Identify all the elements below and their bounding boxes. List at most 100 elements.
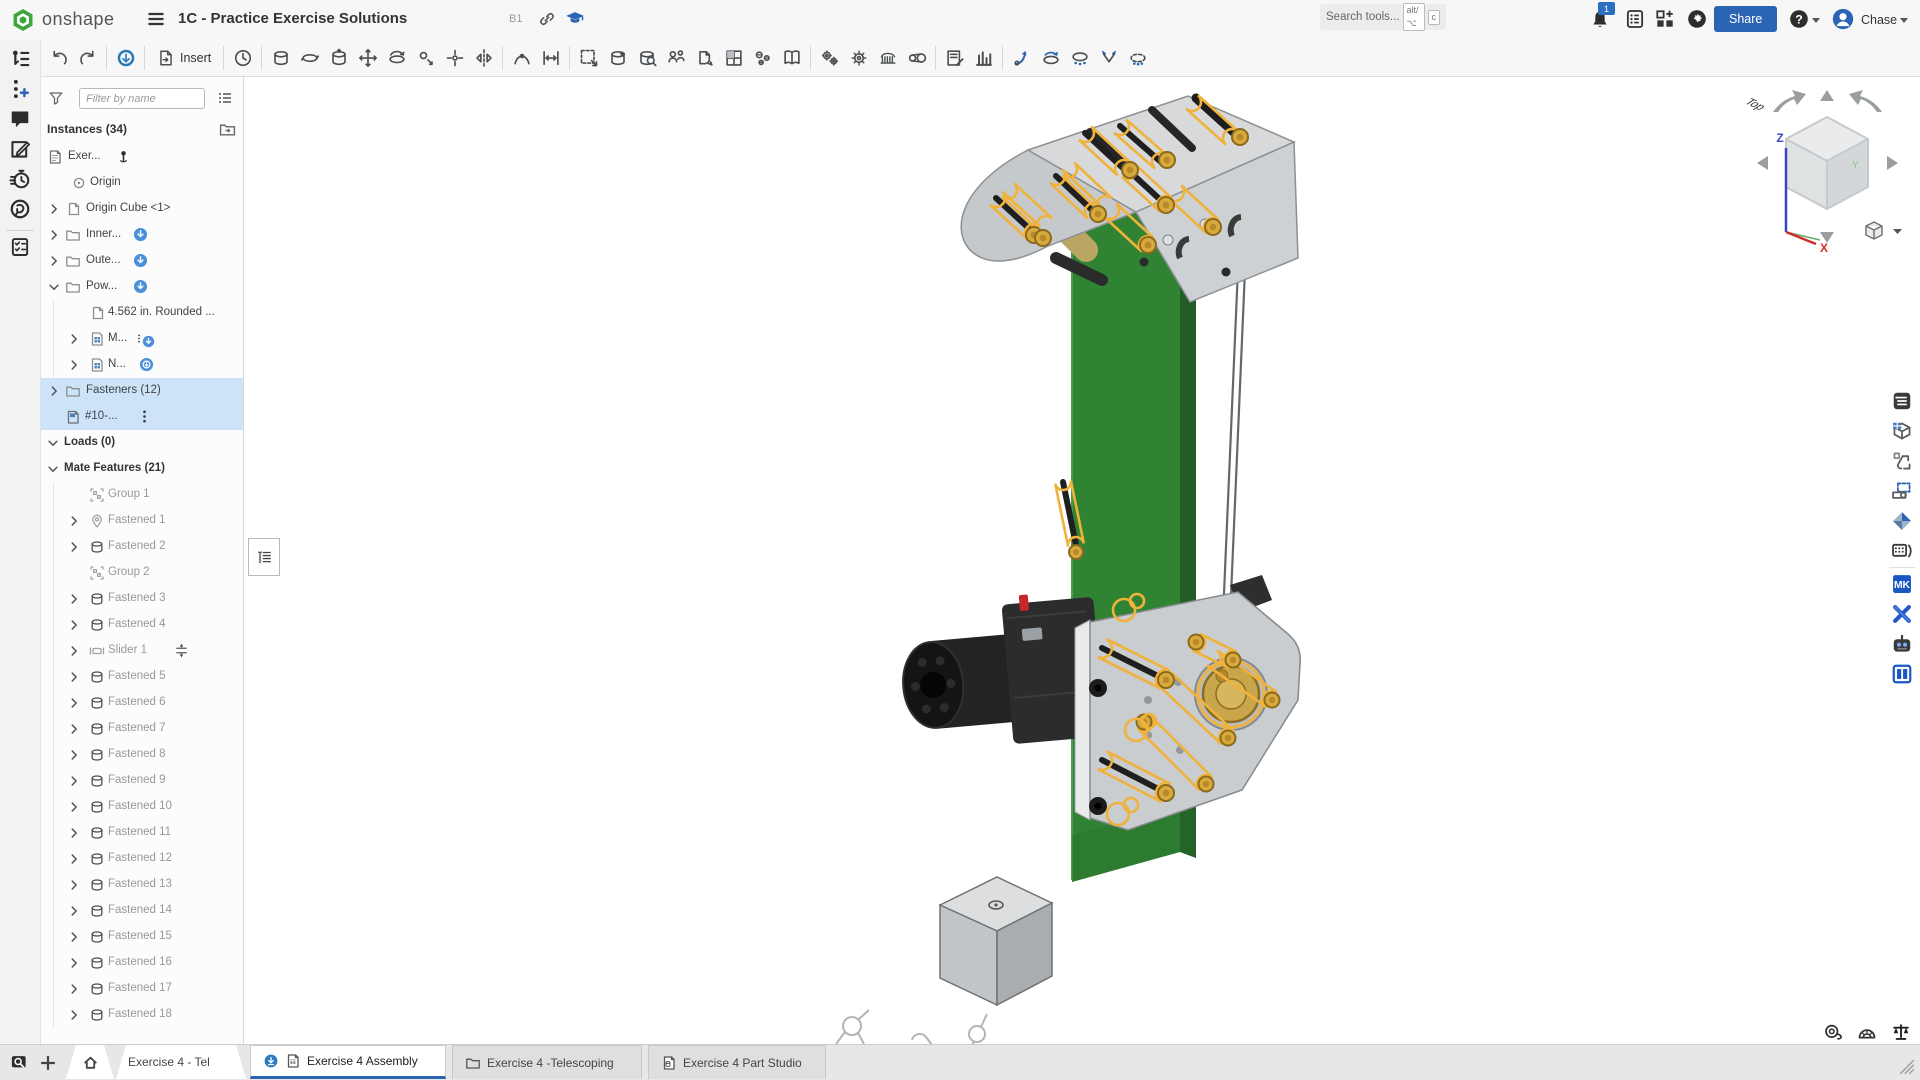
expand-chevron-icon[interactable]: [67, 514, 81, 528]
expand-chevron-icon[interactable]: [67, 982, 81, 996]
share-link-icon[interactable]: [538, 10, 556, 28]
instance-row-8[interactable]: N...: [41, 352, 243, 378]
explode-view-icon[interactable]: [1007, 44, 1036, 72]
follow-mode-icon[interactable]: [9, 198, 31, 220]
mate-row-5[interactable]: Fastened 4: [41, 612, 243, 638]
protractor-icon[interactable]: [1856, 1022, 1878, 1042]
search-parts-icon[interactable]: [632, 44, 661, 72]
mate-row-13[interactable]: Fastened 11: [41, 820, 243, 846]
view-cube[interactable]: TopFrontRightYZX: [1745, 88, 1910, 253]
mate-row-4[interactable]: Fastened 3: [41, 586, 243, 612]
user-avatar[interactable]: [1832, 8, 1854, 30]
instance-row-5[interactable]: Pow...: [41, 274, 243, 300]
drawing-sheet-icon[interactable]: [940, 44, 969, 72]
filter-input[interactable]: Filter by name: [79, 88, 205, 109]
feature-structure-icon[interactable]: [9, 48, 31, 70]
columns-app-icon[interactable]: [1888, 660, 1916, 688]
favorites-icon[interactable]: [603, 44, 632, 72]
expand-chevron-icon[interactable]: [67, 748, 81, 762]
expand-chevron-icon[interactable]: [67, 852, 81, 866]
slider-limits-icon[interactable]: [174, 643, 189, 658]
box-select-icon[interactable]: [574, 44, 603, 72]
user-name[interactable]: Chase: [1861, 13, 1897, 27]
help-icon[interactable]: ?: [1788, 8, 1810, 30]
tab-exercise-4-tel[interactable]: Exercise 4 - Tel: [116, 1045, 246, 1079]
mate-row-8[interactable]: Fastened 6: [41, 690, 243, 716]
update-badge-icon[interactable]: [133, 279, 148, 294]
rack-relation-icon[interactable]: [873, 44, 902, 72]
instance-row-4[interactable]: Oute...: [41, 248, 243, 274]
assembly-3d-model[interactable]: [244, 78, 1920, 1045]
expand-chevron-icon[interactable]: [47, 228, 61, 242]
mate-row-16[interactable]: Fastened 14: [41, 898, 243, 924]
section-view-icon[interactable]: [1094, 44, 1123, 72]
expand-chevron-icon[interactable]: [67, 800, 81, 814]
mass-properties-icon[interactable]: [1890, 1022, 1912, 1042]
tab-exercise-4-telescoping[interactable]: Exercise 4 -Telescoping: [452, 1045, 642, 1079]
relations-gears-icon[interactable]: [815, 44, 844, 72]
expand-chevron-icon[interactable]: [46, 462, 60, 476]
rotate-part-icon[interactable]: [382, 44, 411, 72]
instance-row-7[interactable]: M...: [41, 326, 243, 352]
instance-row-3[interactable]: Inner...: [41, 222, 243, 248]
app-store-icon[interactable]: [1654, 8, 1676, 30]
loads-section-header[interactable]: Loads (0): [41, 430, 243, 456]
expand-chevron-icon[interactable]: [67, 670, 81, 684]
history-stopwatch-icon[interactable]: [9, 168, 31, 190]
search-tools-input[interactable]: Search tools... alt/⌥ c: [1320, 4, 1446, 30]
move-to-folder-icon[interactable]: [219, 121, 236, 138]
checklist-icon[interactable]: [9, 236, 31, 258]
expand-chevron-icon[interactable]: [47, 384, 61, 398]
panel-list-app-icon[interactable]: [1888, 387, 1916, 415]
instance-row-9[interactable]: Fasteners (12): [41, 378, 243, 404]
mate-row-1[interactable]: Fastened 1: [41, 508, 243, 534]
mate-row-10[interactable]: Fastened 8: [41, 742, 243, 768]
comments-icon[interactable]: [9, 108, 31, 130]
ai-assistant-icon[interactable]: [1686, 8, 1708, 30]
expand-chevron-icon[interactable]: [67, 1008, 81, 1022]
expand-chevron-icon[interactable]: [67, 774, 81, 788]
display-states-icon[interactable]: [1065, 44, 1094, 72]
collapse-panel-button[interactable]: [248, 538, 280, 576]
mate-row-9[interactable]: Fastened 7: [41, 716, 243, 742]
expand-chevron-icon[interactable]: [47, 254, 61, 268]
tab-home[interactable]: [66, 1045, 114, 1079]
tape-measure-icon[interactable]: [1822, 1022, 1844, 1042]
expand-chevron-icon[interactable]: [67, 930, 81, 944]
instance-row-10[interactable]: #10-...: [41, 404, 243, 430]
cylindrical-mate-icon[interactable]: [324, 44, 353, 72]
expand-chevron-icon[interactable]: [67, 722, 81, 736]
mate-row-11[interactable]: Fastened 9: [41, 768, 243, 794]
search-tabs-icon[interactable]: [10, 1053, 30, 1073]
expand-chevron-icon[interactable]: [47, 202, 61, 216]
user-menu-caret-icon[interactable]: [1900, 18, 1908, 23]
hidden-parts-icon[interactable]: [1123, 44, 1152, 72]
mate-row-15[interactable]: Fastened 13: [41, 872, 243, 898]
expand-chevron-icon[interactable]: [67, 644, 81, 658]
mate-row-20[interactable]: Fastened 18: [41, 1002, 243, 1028]
expand-chevron-icon[interactable]: [67, 592, 81, 606]
expand-chevron-icon[interactable]: [67, 696, 81, 710]
list-options-icon[interactable]: [217, 90, 233, 106]
expand-chevron-icon[interactable]: [67, 956, 81, 970]
appearance-scatter-icon[interactable]: [748, 44, 777, 72]
collaborate-icon[interactable]: [661, 44, 690, 72]
mate-icon[interactable]: [266, 44, 295, 72]
expand-chevron-icon[interactable]: [46, 436, 60, 450]
insert-part-app-icon[interactable]: [1888, 447, 1916, 475]
instance-row-6[interactable]: 4.562 in. Rounded ...: [41, 300, 243, 326]
overflow-dots-icon[interactable]: [137, 409, 152, 424]
expand-chevron-icon[interactable]: [67, 618, 81, 632]
x-app-icon[interactable]: [1888, 600, 1916, 628]
move-part-icon[interactable]: [353, 44, 382, 72]
expand-chevron-icon[interactable]: [67, 540, 81, 554]
update-badge-icon[interactable]: [133, 253, 148, 268]
diamond-app-icon[interactable]: [1888, 507, 1916, 535]
mate-row-0[interactable]: Group 1: [41, 482, 243, 508]
learning-center-icon[interactable]: [565, 9, 585, 29]
mate-row-6[interactable]: Slider 1: [41, 638, 243, 664]
planar-mate-icon[interactable]: [440, 44, 469, 72]
corner-resize-grip[interactable]: [1898, 1058, 1916, 1076]
derived-part-icon[interactable]: [690, 44, 719, 72]
edit-document-icon[interactable]: [9, 138, 31, 160]
